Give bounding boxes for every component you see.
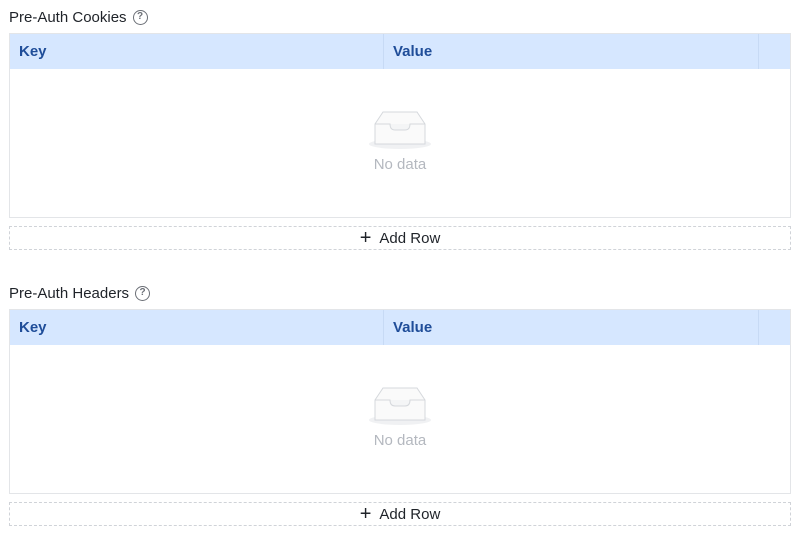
column-header-actions [759,34,790,69]
column-header-value: Value [384,310,759,345]
empty-text: No data [373,432,427,449]
plus-icon: + [359,503,372,525]
table-header: Key Value [10,34,790,69]
column-header-key: Key [10,34,384,69]
pre-auth-cookies-title: Pre-Auth Cookies [9,8,127,26]
question-circle-icon[interactable]: ? [135,285,151,301]
empty-inbox-icon [369,387,431,425]
empty-inbox-icon [369,111,431,149]
pre-auth-headers-title: Pre-Auth Headers [9,284,130,302]
column-header-key: Key [10,310,384,345]
add-row-button[interactable]: + Add Row [9,226,791,250]
empty-state: No data [10,109,790,173]
column-header-value: Value [384,34,759,69]
pre-auth-headers-table: Key Value No data [9,309,791,494]
table-header: Key Value [10,310,790,345]
pre-auth-cookies-table: Key Value No data [9,33,791,218]
pre-auth-headers-label-row: Pre-Auth Headers ? [9,282,791,304]
pre-auth-headers-section: Pre-Auth Headers ? Key Value No data + A… [9,282,791,526]
empty-state: No data [10,385,790,449]
pre-auth-cookies-section: Pre-Auth Cookies ? Key Value No data + A… [9,6,791,250]
column-header-actions [759,310,790,345]
pre-auth-cookies-label-row: Pre-Auth Cookies ? [9,6,791,28]
add-row-label: Add Row [379,505,441,523]
question-circle-icon[interactable]: ? [132,9,148,25]
add-row-button[interactable]: + Add Row [9,502,791,526]
add-row-label: Add Row [379,229,441,247]
empty-text: No data [373,156,427,173]
plus-icon: + [359,227,372,249]
